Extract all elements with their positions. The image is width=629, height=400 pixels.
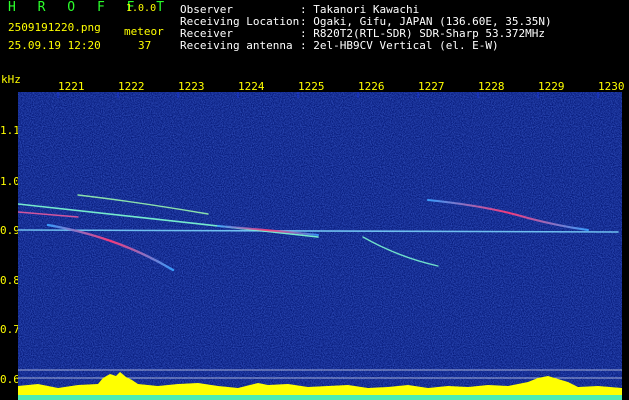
y-tick-label: 0.6 xyxy=(0,373,20,386)
hrofft-window: H R O F F T 1.0.0 2509191220.png 25.09.1… xyxy=(0,0,629,400)
y-tick-label: 1.1 xyxy=(0,124,20,137)
baseline-strip xyxy=(18,395,622,400)
spectrogram xyxy=(18,92,622,400)
file-name: 2509191220.png xyxy=(8,21,101,34)
antenna-value: : 2el-HB9CV Vertical (el. E-W) xyxy=(300,39,499,52)
y-tick-label: 0.9 xyxy=(0,224,20,237)
y-tick-label: 0.8 xyxy=(0,274,20,287)
meteor-label: meteor xyxy=(124,25,164,38)
y-unit-label: kHz xyxy=(1,73,21,86)
meteor-count: 37 xyxy=(138,39,152,52)
y-tick-label: 0.7 xyxy=(0,323,20,336)
capture-datetime: 25.09.19 12:20 xyxy=(8,39,101,52)
app-version: 1.0.0 xyxy=(126,3,157,14)
spectrogram-noise xyxy=(18,92,622,400)
antenna-label: Receiving antenna xyxy=(180,39,293,52)
y-tick-label: 1.0 xyxy=(0,175,20,188)
